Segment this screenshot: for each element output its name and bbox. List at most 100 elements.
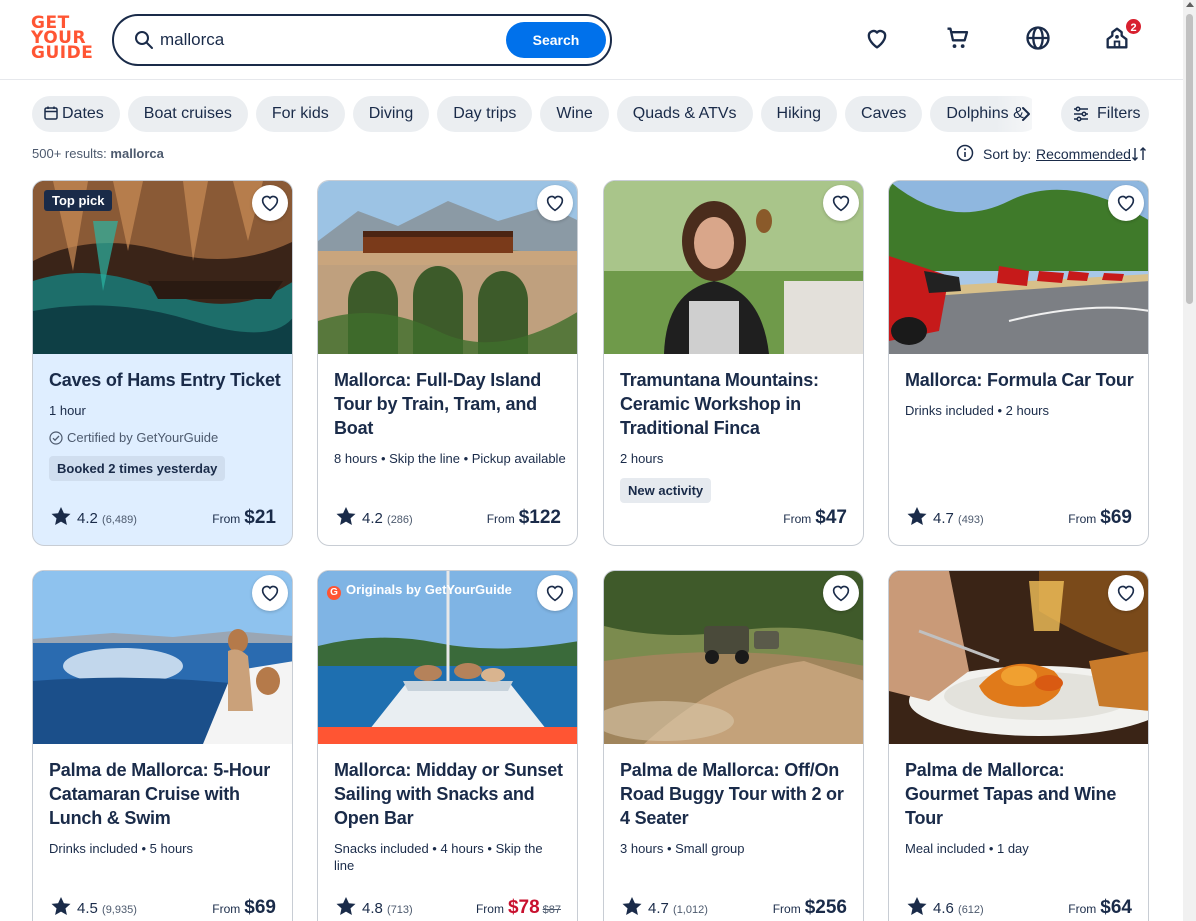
chip-dates[interactable]: Dates (32, 96, 120, 132)
review-count: (713) (387, 904, 413, 916)
new-activity-badge: New activity (620, 478, 712, 503)
calendar-icon (44, 106, 58, 120)
activity-card[interactable]: Tramuntana Mountains: Ceramic Workshop i… (603, 180, 864, 546)
chip-label: Dates (62, 105, 104, 122)
filters-button[interactable]: Filters (1061, 96, 1149, 132)
rating: 4.7 (1,012) (622, 897, 708, 917)
info-icon[interactable] (956, 144, 974, 162)
activity-card[interactable]: Mallorca: Full-Day Island Tour by Train,… (317, 180, 578, 546)
chip-wine[interactable]: Wine (540, 96, 609, 132)
review-count: (493) (958, 514, 984, 526)
rating-value: 4.5 (77, 900, 98, 917)
heart-icon[interactable] (863, 24, 891, 52)
notification-badge: 2 (1124, 17, 1143, 36)
scrollbar[interactable] (1183, 0, 1196, 921)
search-input[interactable] (160, 26, 500, 54)
wishlist-button[interactable] (1108, 575, 1144, 611)
activity-card[interactable]: Palma de Mallorca: Off/On Road Buggy Tou… (603, 570, 864, 921)
price-amount: $122 (518, 507, 561, 528)
rating-value: 4.2 (77, 510, 98, 527)
star-icon (622, 897, 642, 915)
certified-check-icon (49, 431, 63, 445)
globe-icon[interactable] (1024, 24, 1052, 52)
chip-for-kids[interactable]: For kids (255, 96, 345, 132)
originals-bar (318, 727, 577, 744)
chip-day-trips[interactable]: Day trips (437, 96, 533, 132)
wishlist-button[interactable] (1108, 185, 1144, 221)
original-price: $87 (542, 904, 561, 916)
chevron-right-icon[interactable] (1012, 96, 1042, 132)
cart-icon[interactable] (944, 24, 972, 52)
price: From $69 (212, 897, 276, 919)
price-from: From (486, 512, 515, 526)
activity-title[interactable]: Mallorca: Full-Day Island Tour by Train,… (334, 368, 566, 440)
price-amount: $69 (244, 897, 276, 918)
price: From $47 (783, 507, 847, 529)
logo-line: GUIDE (31, 43, 94, 63)
price-from: From (212, 902, 241, 916)
heart-icon (832, 195, 850, 212)
activity-title[interactable]: Palma de Mallorca: Off/On Road Buggy Tou… (620, 758, 852, 830)
price: From $256 (773, 897, 847, 919)
chip-boat-cruises[interactable]: Boat cruises (127, 96, 248, 132)
activity-title[interactable]: Mallorca: Formula Car Tour (905, 368, 1137, 392)
activity-title[interactable]: Caves of Hams Entry Ticket (49, 368, 281, 392)
rating-value: 4.7 (648, 900, 669, 917)
search-bar: Search (112, 14, 612, 66)
filter-chips: Dates Boat cruises For kids Diving Day trips… (32, 96, 1032, 132)
review-count: (6,489) (102, 514, 137, 526)
price-from: From (212, 512, 241, 526)
scroll-up-arrow[interactable] (1186, 2, 1194, 7)
star-icon (907, 897, 927, 915)
sort-dropdown[interactable]: Recommended (1036, 146, 1131, 162)
activity-card[interactable]: Palma de Mallorca: Gourmet Tapas and Win… (888, 570, 1149, 921)
price-amount: $47 (815, 507, 847, 528)
price: From $21 (212, 507, 276, 529)
price-amount: $256 (804, 897, 847, 918)
review-count: (9,935) (102, 904, 137, 916)
activity-title[interactable]: Palma de Mallorca: 5-Hour Catamaran Crui… (49, 758, 281, 830)
activity-card[interactable]: Palma de Mallorca: 5-Hour Catamaran Crui… (32, 570, 293, 921)
activity-title[interactable]: Mallorca: Midday or Sunset Sailing with … (334, 758, 566, 830)
activity-card[interactable]: Mallorca: Formula Car Tour Drinks includ… (888, 180, 1149, 546)
star-icon (336, 897, 356, 915)
star-icon (51, 897, 71, 915)
search-button[interactable]: Search (506, 22, 606, 58)
getyourguide-logo[interactable]: GET YOUR GUIDE (31, 15, 94, 64)
chip-caves[interactable]: Caves (845, 96, 923, 132)
scroll-thumb[interactable] (1186, 14, 1193, 304)
review-count: (1,012) (673, 904, 708, 916)
chip-quads-atvs[interactable]: Quads & ATVs (616, 96, 753, 132)
results-count-text: 500+ results: (32, 146, 107, 161)
originals-text: Originals by GetYourGuide (346, 582, 512, 597)
activity-meta: 3 hours • Small group (620, 841, 745, 856)
search-icon (135, 31, 153, 49)
wishlist-button[interactable] (537, 185, 573, 221)
heart-icon (261, 195, 279, 212)
chip-hiking[interactable]: Hiking (760, 96, 838, 132)
sort-arrows-icon[interactable] (1131, 145, 1147, 163)
price-from: From (1068, 902, 1097, 916)
price: From $78 $87 (476, 897, 561, 919)
price: From $122 (487, 507, 561, 529)
wishlist-button[interactable] (823, 185, 859, 221)
review-count: (286) (387, 514, 413, 526)
wishlist-button[interactable] (252, 185, 288, 221)
top-pick-badge: Top pick (44, 190, 113, 211)
activity-card[interactable]: G Originals by GetYourGuide Mallorca: Mid… (317, 570, 578, 921)
chip-diving[interactable]: Diving (352, 96, 430, 132)
wishlist-button[interactable] (252, 575, 288, 611)
activity-title[interactable]: Palma de Mallorca: Gourmet Tapas and Win… (905, 758, 1137, 830)
price-amount: $64 (1100, 897, 1132, 918)
price-from: From (1068, 512, 1097, 526)
rating: 4.2 (6,489) (51, 507, 137, 527)
activity-meta: 8 hours • Skip the line • Pickup availab… (334, 451, 566, 466)
originals-badge: G Originals by GetYourGuide (327, 582, 512, 600)
activity-title[interactable]: Tramuntana Mountains: Ceramic Workshop i… (620, 368, 852, 440)
wishlist-button[interactable] (537, 575, 573, 611)
star-icon (336, 507, 356, 525)
price-amount: $69 (1100, 507, 1132, 528)
price-from: From (783, 512, 812, 526)
activity-card[interactable]: Top pick Caves of Hams Entry Ticket 1 ho… (32, 180, 293, 546)
wishlist-button[interactable] (823, 575, 859, 611)
